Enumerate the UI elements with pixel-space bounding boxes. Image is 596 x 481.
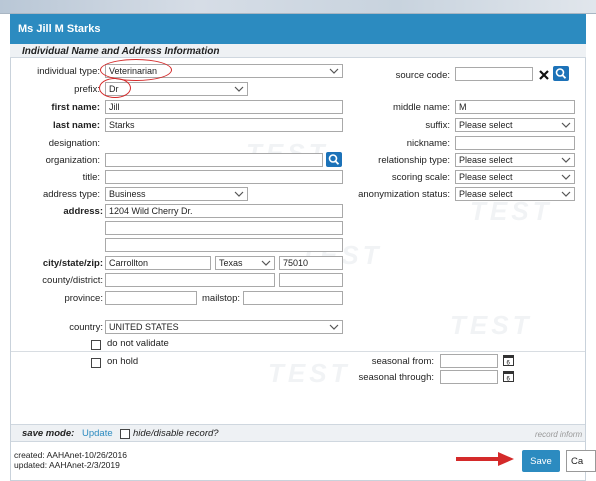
on-hold-label: on hold xyxy=(107,356,139,367)
updated-info: updated: AAHAnet-2/3/2019 xyxy=(14,460,120,470)
city-state-zip-label: city/state/zip: xyxy=(42,258,103,269)
annotation-circle xyxy=(99,78,131,98)
calendar-glyph: 6 xyxy=(504,372,513,383)
country-value: UNITED STATES xyxy=(109,322,179,332)
middle-name-input[interactable]: M xyxy=(455,100,575,114)
chevron-down-icon xyxy=(561,157,571,163)
state-select[interactable]: Texas xyxy=(215,256,275,270)
relationship-type-label: relationship type: xyxy=(378,155,450,166)
scoring-scale-value: Please select xyxy=(459,172,513,182)
address-type-select[interactable]: Business xyxy=(105,187,248,201)
individual-type-label: individual type: xyxy=(37,66,100,77)
chevron-down-icon xyxy=(561,191,571,197)
country-label: country: xyxy=(69,322,103,333)
anonymization-status-label: anonymization status: xyxy=(358,189,450,200)
address-type-value: Business xyxy=(109,189,146,199)
calendar-icon[interactable]: 6 xyxy=(503,371,514,383)
seasonal-through-input[interactable] xyxy=(440,370,498,384)
source-code-search-button[interactable] xyxy=(553,66,569,81)
section-title: Individual Name and Address Information xyxy=(10,44,586,58)
save-button[interactable]: Save xyxy=(522,450,560,472)
title-input[interactable] xyxy=(105,170,343,184)
save-mode-value-link[interactable]: Update xyxy=(82,428,113,439)
nickname-input[interactable] xyxy=(455,136,575,150)
background-app-strip xyxy=(0,0,596,14)
search-icon xyxy=(555,68,567,79)
suffix-label: suffix: xyxy=(425,120,450,131)
divider xyxy=(11,351,585,352)
arrow-annotation-icon xyxy=(456,452,514,466)
suffix-value: Please select xyxy=(459,120,513,130)
nickname-label: nickname: xyxy=(406,138,450,149)
organization-input[interactable] xyxy=(105,153,323,167)
province-input[interactable] xyxy=(105,291,197,305)
first-name-input[interactable]: Jill xyxy=(105,100,343,114)
watermark: TEST xyxy=(450,310,533,340)
chevron-down-icon xyxy=(234,191,244,197)
chevron-down-icon xyxy=(261,260,271,266)
country-select[interactable]: UNITED STATES xyxy=(105,320,343,334)
middle-name-label: middle name: xyxy=(392,102,450,113)
chevron-down-icon xyxy=(561,122,571,128)
title-label: title: xyxy=(82,172,100,183)
last-name-label: last name: xyxy=(53,120,100,131)
organization-label: organization: xyxy=(45,155,100,166)
designation-label: designation: xyxy=(48,138,100,149)
do-not-validate-checkbox[interactable] xyxy=(91,340,101,350)
suffix-select[interactable]: Please select xyxy=(455,118,575,132)
relationship-type-select[interactable]: Please select xyxy=(455,153,575,167)
relationship-type-value: Please select xyxy=(459,155,513,165)
province-label: province: xyxy=(64,293,103,304)
city-input[interactable]: Carrollton xyxy=(105,256,211,270)
svg-text:6: 6 xyxy=(507,361,511,366)
last-name-input[interactable]: Starks xyxy=(105,118,343,132)
district-input[interactable] xyxy=(279,273,343,287)
prefix-label: prefix: xyxy=(74,84,100,95)
address-line1-input[interactable]: 1204 Wild Cherry Dr. xyxy=(105,204,343,218)
state-value: Texas xyxy=(219,258,243,268)
seasonal-from-label: seasonal from: xyxy=(371,356,434,367)
anonymization-status-select[interactable]: Please select xyxy=(455,187,575,201)
scoring-scale-label: scoring scale: xyxy=(391,172,450,183)
scoring-scale-select[interactable]: Please select xyxy=(455,170,575,184)
save-mode-label: save mode: xyxy=(22,428,75,439)
on-hold-checkbox[interactable] xyxy=(91,358,101,368)
calendar-glyph: 6 xyxy=(504,356,513,367)
seasonal-through-label: seasonal through: xyxy=(358,372,434,383)
created-info: created: AAHAnet-10/26/2016 xyxy=(14,450,127,460)
zip-input[interactable]: 75010 xyxy=(279,256,343,270)
anonymization-status-value: Please select xyxy=(459,189,513,199)
mailstop-label: mailstop: xyxy=(202,293,241,304)
organization-search-button[interactable] xyxy=(326,152,342,167)
county-district-label: county/district: xyxy=(42,275,103,286)
watermark: TEST xyxy=(268,358,351,388)
county-input[interactable] xyxy=(105,273,275,287)
mailstop-input[interactable] xyxy=(243,291,343,305)
address-line2-input[interactable] xyxy=(105,221,343,235)
first-name-label: first name: xyxy=(51,102,100,113)
source-code-input[interactable] xyxy=(455,67,533,81)
dialog-title: Ms Jill M Starks xyxy=(10,14,586,44)
do-not-validate-label: do not validate xyxy=(107,338,169,349)
close-icon xyxy=(539,70,549,80)
chevron-down-icon xyxy=(329,68,339,74)
clear-source-code-button[interactable] xyxy=(537,68,551,82)
cancel-button[interactable]: Ca xyxy=(566,450,596,472)
seasonal-from-input[interactable] xyxy=(440,354,498,368)
calendar-icon[interactable]: 6 xyxy=(503,355,514,367)
address-type-label: address type: xyxy=(42,189,100,200)
hide-disable-checkbox[interactable] xyxy=(120,429,130,439)
chevron-down-icon xyxy=(329,324,339,330)
search-icon xyxy=(328,154,340,165)
chevron-down-icon xyxy=(234,86,244,92)
svg-text:6: 6 xyxy=(507,377,511,382)
chevron-down-icon xyxy=(561,174,571,180)
record-info-link[interactable]: record inform xyxy=(535,430,582,439)
source-code-label: source code: xyxy=(395,70,450,81)
address-line3-input[interactable] xyxy=(105,238,343,252)
address-label: address: xyxy=(63,206,103,217)
hide-disable-label: hide/disable record? xyxy=(133,428,219,439)
